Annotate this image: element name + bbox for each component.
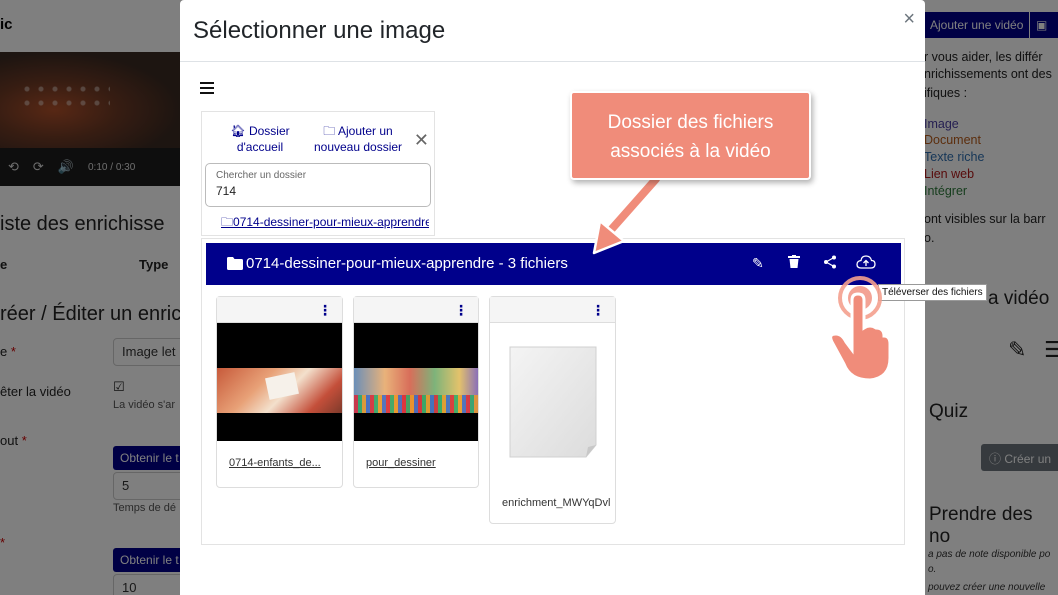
add-folder-icon: 🗀︎ [323, 124, 336, 138]
upload-files-icon[interactable] [856, 255, 876, 272]
modal-header: Sélectionner une image × [180, 0, 925, 62]
hamburger-menu-icon[interactable] [200, 82, 214, 94]
file-thumbnail-children-drawing[interactable] [217, 323, 342, 441]
file-document-icon[interactable] [490, 323, 615, 463]
delete-folder-icon[interactable] [788, 255, 800, 271]
folder-outline-icon: 🗀︎ [221, 215, 234, 229]
tap-hand-icon [829, 276, 892, 382]
file-card-header: ⋮ [490, 297, 615, 323]
folder-search-input[interactable] [216, 181, 420, 198]
rename-folder-icon[interactable]: ✎ [752, 255, 764, 272]
select-image-modal: Sélectionner une image × 🏠︎ Dossier d'ac… [180, 0, 925, 595]
folder-header-title: 0714-dessiner-pour-mieux-apprendre - 3 f… [227, 255, 568, 272]
file-name[interactable]: enrichment_MWYqDvl [502, 497, 610, 509]
folder-icon [227, 257, 243, 270]
annotation-callout: Dossier des fichiers associés à la vidéo [570, 91, 811, 180]
folder-header-bar: 0714-dessiner-pour-mieux-apprendre - 3 f… [206, 243, 901, 285]
callout-line-2: associés à la vidéo [610, 141, 771, 162]
file-name[interactable]: 0714-enfants_de... [229, 457, 321, 469]
file-card-header: ⋮ [354, 297, 478, 323]
folder-result-label: 0714-dessiner-pour-mieux-apprendre [233, 215, 429, 229]
file-name[interactable]: pour_dessiner [366, 457, 436, 469]
file-card-2[interactable]: ⋮ pour_dessiner [353, 296, 479, 488]
add-folder-button[interactable]: 🗀︎ Ajouter un nouveau dossier [308, 123, 408, 155]
home-folder-button[interactable]: 🏠︎ Dossier d'accueil [222, 123, 298, 155]
file-options-icon[interactable]: ⋮ [318, 302, 332, 319]
folder-search-label: Chercher un dossier [216, 170, 307, 181]
callout-line-1: Dossier des fichiers [607, 112, 774, 133]
file-thumbnail-drawing[interactable] [354, 323, 478, 441]
share-folder-icon[interactable] [823, 255, 837, 272]
folder-result-link[interactable]: 🗀︎0714-dessiner-pour-mieux-apprendre [221, 213, 429, 234]
home-icon: 🏠︎ [230, 124, 246, 138]
file-card-3[interactable]: ⋮ enrichment_MWYqDvl [489, 296, 616, 524]
close-icon[interactable]: × [903, 8, 915, 31]
file-card-1[interactable]: ⋮ 0714-enfants_de... [216, 296, 343, 488]
file-options-icon[interactable]: ⋮ [454, 302, 468, 319]
modal-title: Sélectionner une image [193, 17, 446, 44]
folder-search-field[interactable]: Chercher un dossier [205, 163, 431, 207]
folder-sidebar: 🏠︎ Dossier d'accueil 🗀︎ Ajouter un nouve… [201, 111, 435, 236]
file-options-icon[interactable]: ⋮ [591, 302, 605, 319]
close-sidebar-icon[interactable]: ✕ [414, 130, 429, 151]
folder-title-text: 0714-dessiner-pour-mieux-apprendre - 3 f… [246, 255, 568, 272]
callout-arrow-icon [592, 175, 663, 255]
file-card-header: ⋮ [217, 297, 342, 323]
